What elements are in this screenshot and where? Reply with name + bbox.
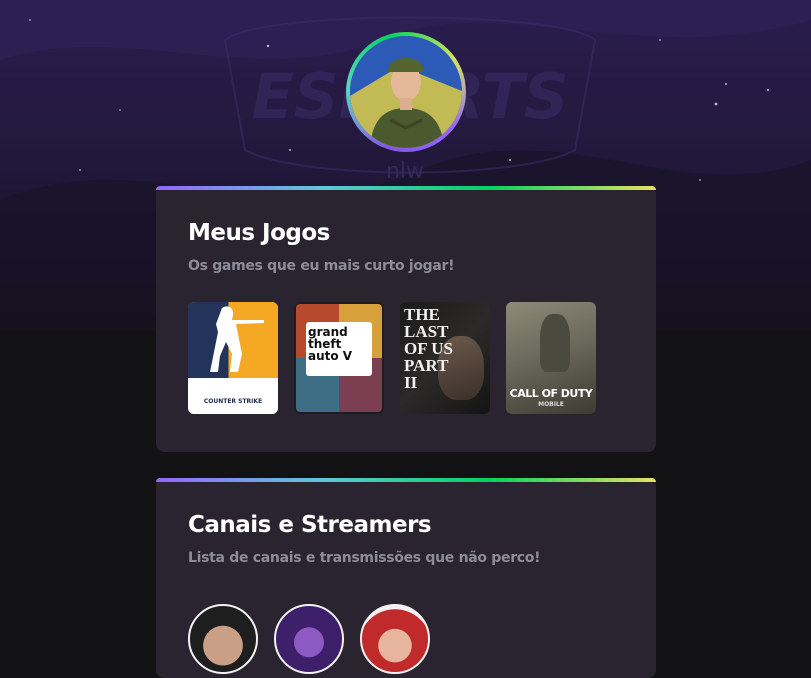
cod-soldier-art	[540, 314, 570, 372]
streamers-list	[188, 604, 624, 674]
soldier-portrait-icon	[350, 36, 462, 148]
streamers-subtitle: Lista de canais e transmissões que não p…	[188, 550, 541, 566]
game-call-of-duty-mobile[interactable]: CALL OF DUTY MOBILE	[506, 302, 596, 414]
game-label: grand theft auto V	[308, 325, 353, 363]
soldier-silhouette-icon	[210, 306, 264, 372]
games-title: Meus Jogos	[188, 220, 330, 246]
game-counter-strike[interactable]: COUNTER STRIKE	[188, 302, 278, 414]
profile-avatar[interactable]	[346, 32, 466, 152]
games-subtitle: Os games que eu mais curto jogar!	[188, 258, 455, 274]
game-label: CALL OF DUTY	[509, 387, 593, 400]
streamer-avatar[interactable]	[188, 604, 258, 674]
games-card: Meus Jogos Os games que eu mais curto jo…	[156, 186, 656, 452]
streamers-card: Canais e Streamers Lista de canais e tra…	[156, 478, 656, 678]
game-the-last-of-us-2[interactable]: THE LAST OF US PART II	[400, 302, 490, 414]
games-list: COUNTER STRIKE grand theft auto V THE LA…	[188, 302, 624, 414]
streamer-avatar[interactable]	[360, 604, 430, 674]
game-label: THE LAST OF US PART II	[404, 305, 453, 392]
game-sublabel: MOBILE	[538, 401, 564, 408]
avatar-image	[350, 36, 462, 148]
cs-label-band	[188, 378, 278, 414]
streamer-avatar[interactable]	[274, 604, 344, 674]
streamers-title: Canais e Streamers	[188, 512, 432, 538]
game-label: COUNTER STRIKE	[203, 398, 263, 405]
watermark-sub: nlw	[386, 159, 424, 184]
game-gta-v[interactable]: grand theft auto V	[294, 302, 384, 414]
